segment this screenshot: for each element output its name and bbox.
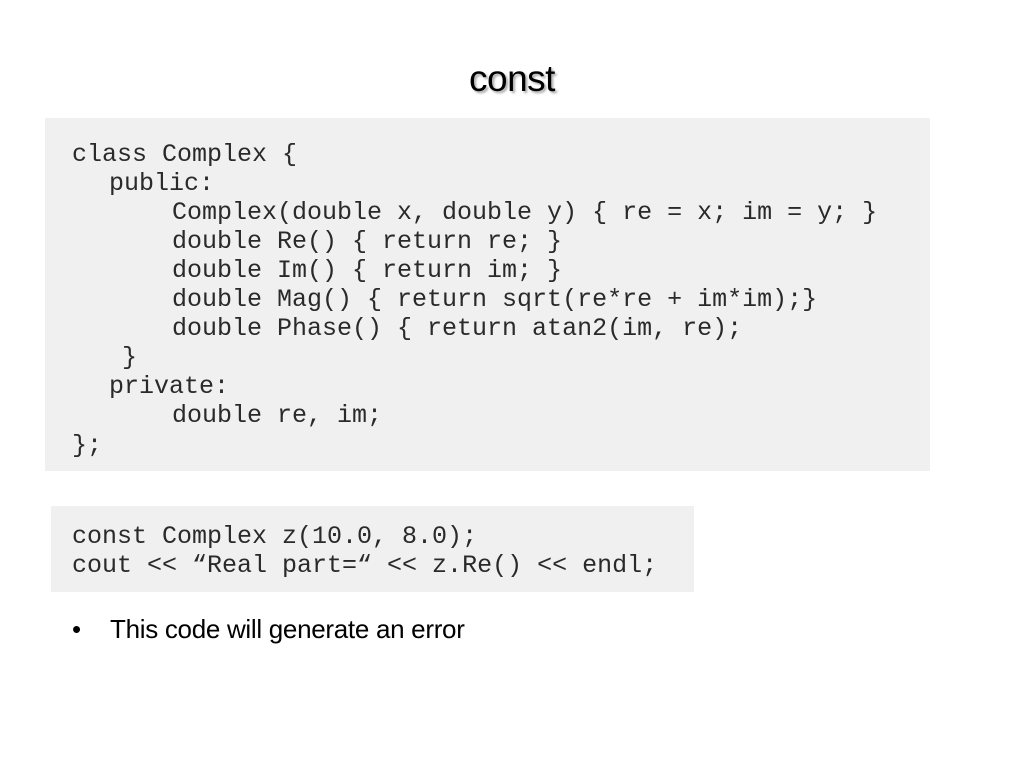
bullet-text: This code will generate an error bbox=[110, 614, 465, 644]
code-line: public: bbox=[109, 169, 215, 198]
code-line: class Complex { bbox=[72, 140, 298, 169]
code-line: private: bbox=[109, 372, 230, 401]
code-line: double Mag() { return sqrt(re*re + im*im… bbox=[172, 285, 818, 314]
bullet-icon: • bbox=[72, 614, 82, 644]
slide-title: const bbox=[469, 58, 555, 99]
code-line: } bbox=[122, 343, 138, 372]
code-line: const Complex z(10.0, 8.0); bbox=[72, 522, 478, 551]
code-line: double Phase() { return atan2(im, re); bbox=[172, 314, 743, 343]
code-line: cout << “Real part=“ << z.Re() << endl; bbox=[72, 551, 658, 580]
code-line: double Re() { return re; } bbox=[172, 227, 563, 256]
usage-code-block: const Complex z(10.0, 8.0); cout << “Rea… bbox=[51, 506, 694, 592]
code-line: double re, im; bbox=[172, 401, 383, 430]
class-code-block: class Complex { public: Complex(double x… bbox=[45, 118, 930, 471]
code-line: double Im() { return im; } bbox=[172, 256, 563, 285]
code-line: Complex(double x, double y) { re = x; im… bbox=[172, 198, 878, 227]
code-line: }; bbox=[72, 431, 103, 460]
